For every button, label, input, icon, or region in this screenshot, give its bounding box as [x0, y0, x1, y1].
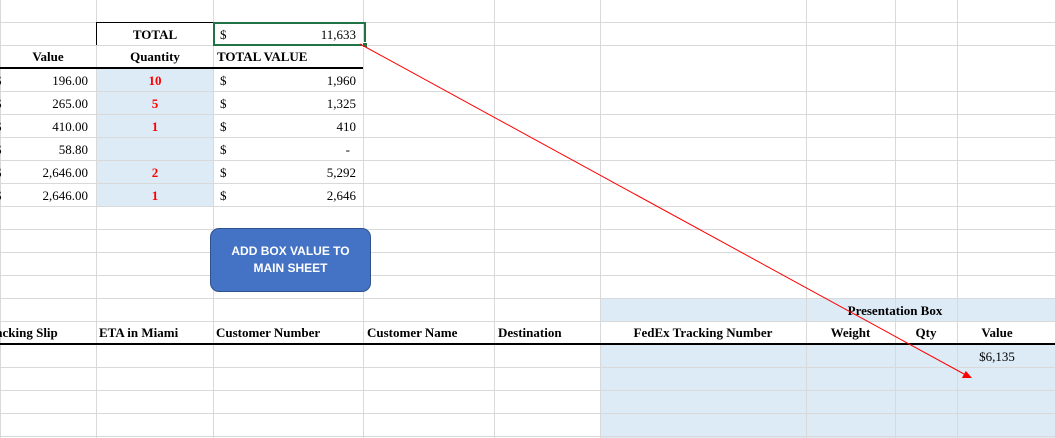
row-total-cell[interactable]: 1,960: [250, 69, 356, 92]
gridline-vertical: [494, 0, 495, 438]
add-box-value-button-label: ADD BOX VALUE TO MAIN SHEET: [231, 244, 350, 275]
total-label: TOTAL: [132, 27, 178, 42]
row-value-cell[interactable]: 2,646.00: [10, 184, 89, 207]
fill-handle[interactable]: [362, 42, 368, 48]
row-quantity-cell[interactable]: 1: [97, 184, 213, 207]
gridline-horizontal: [0, 252, 1055, 253]
row-total-currency-symbol: $: [220, 96, 227, 111]
fedex-tracking-column-header: FedEx Tracking Number: [633, 325, 773, 340]
row-total-currency-symbol: $: [220, 142, 227, 157]
row-value-cell[interactable]: 2,646.00: [10, 161, 89, 184]
row-currency-symbol: $: [0, 69, 5, 92]
row-quantity-cell[interactable]: [97, 138, 213, 161]
presentation-box-value-cell[interactable]: $6,135: [957, 345, 1037, 368]
row-total-currency-symbol: $: [220, 165, 227, 180]
row-value-cell[interactable]: 58.80: [10, 138, 88, 161]
row-quantity-cell[interactable]: 5: [97, 92, 213, 115]
destination-column-header: Destination: [498, 325, 562, 340]
row-total-cell[interactable]: 1,325: [250, 92, 356, 115]
presentation-box-header: Presentation Box: [847, 303, 943, 318]
row-currency-symbol: $: [0, 161, 5, 184]
row-quantity-cell[interactable]: 10: [97, 69, 213, 92]
gridline-vertical: [957, 0, 958, 438]
row-total-cell[interactable]: 2,646: [250, 184, 356, 207]
row-total-cell[interactable]: 5,292: [250, 161, 356, 184]
gridline-horizontal: [0, 390, 1055, 391]
gridline-vertical: [895, 0, 896, 438]
qty-column-header: Qty: [915, 325, 937, 340]
row-total-cell[interactable]: -: [250, 138, 350, 161]
tracking-slip-column-header: acking Slip: [0, 325, 58, 340]
row-total-cell[interactable]: 410: [250, 115, 357, 138]
gridline-vertical: [363, 0, 364, 438]
gridline-vertical: [213, 0, 214, 438]
spreadsheet-grid[interactable]: TOTAL $ 11,633 Value Quantity TOTAL VALU…: [0, 0, 1055, 438]
value-column-header-shipping: Value: [981, 325, 1013, 340]
total-value-column-header: TOTAL VALUE: [217, 49, 308, 64]
gridline-vertical: [806, 0, 807, 438]
row-total-currency-symbol: $: [220, 119, 227, 134]
row-value-cell[interactable]: 196.00: [10, 69, 88, 92]
quantity-column-header: Quantity: [130, 49, 180, 64]
row-currency-symbol: $: [0, 184, 5, 207]
gridline-horizontal: [0, 275, 1055, 276]
customer-number-column-header: Customer Number: [216, 325, 321, 340]
customer-name-column-header: Customer Name: [367, 325, 458, 340]
add-box-value-button[interactable]: ADD BOX VALUE TO MAIN SHEET: [210, 228, 371, 292]
row-quantity-cell[interactable]: 1: [97, 115, 213, 138]
row-total-currency-symbol: $: [220, 188, 227, 203]
gridline-vertical: [600, 0, 601, 438]
gridline-horizontal: [0, 436, 1055, 437]
row-quantity-cell[interactable]: 2: [97, 161, 213, 184]
row-currency-symbol: $: [0, 115, 5, 138]
value-column-header: Value: [32, 49, 64, 64]
gridline-horizontal: [0, 367, 1055, 368]
active-cell-selection: [213, 22, 366, 46]
row-total-currency-symbol: $: [220, 73, 227, 88]
gridline-horizontal: [0, 413, 1055, 414]
row-value-cell[interactable]: 265.00: [10, 92, 88, 115]
eta-column-header: ETA in Miami: [99, 325, 179, 340]
gridline-horizontal: [0, 229, 1055, 230]
weight-column-header: Weight: [830, 325, 871, 340]
row-currency-symbol: $: [0, 138, 5, 161]
row-currency-symbol: $: [0, 92, 5, 115]
row-value-cell[interactable]: 410.00: [10, 115, 88, 138]
